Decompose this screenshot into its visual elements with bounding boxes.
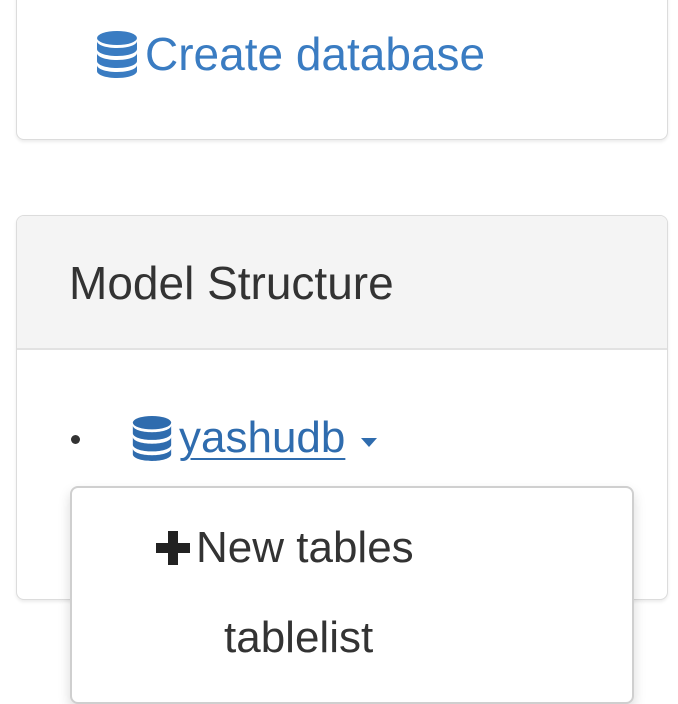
database-icon	[132, 415, 172, 461]
database-dropdown-menu: New tables tablelist	[70, 486, 634, 704]
database-link-yashudb[interactable]: yashudb	[179, 416, 345, 460]
page: Create database Model Structure yashudb	[0, 0, 678, 704]
database-icon	[97, 31, 137, 78]
tree-item-yashudb[interactable]: yashudb	[129, 414, 378, 462]
plus-icon	[156, 531, 190, 565]
create-database-panel: Create database	[16, 0, 668, 140]
menu-item-tablelist[interactable]: tablelist	[224, 616, 373, 660]
menu-item-label: New tables	[196, 523, 414, 572]
chevron-down-icon[interactable]	[361, 437, 378, 447]
menu-item-label: tablelist	[224, 613, 374, 662]
create-database-label: Create database	[145, 28, 486, 80]
create-database-link[interactable]: Create database	[93, 29, 485, 79]
panel-title: Model Structure	[69, 257, 394, 309]
list-bullet	[71, 435, 80, 444]
panel-heading: Model Structure	[17, 216, 667, 350]
menu-item-new-tables[interactable]: New tables	[156, 526, 414, 570]
